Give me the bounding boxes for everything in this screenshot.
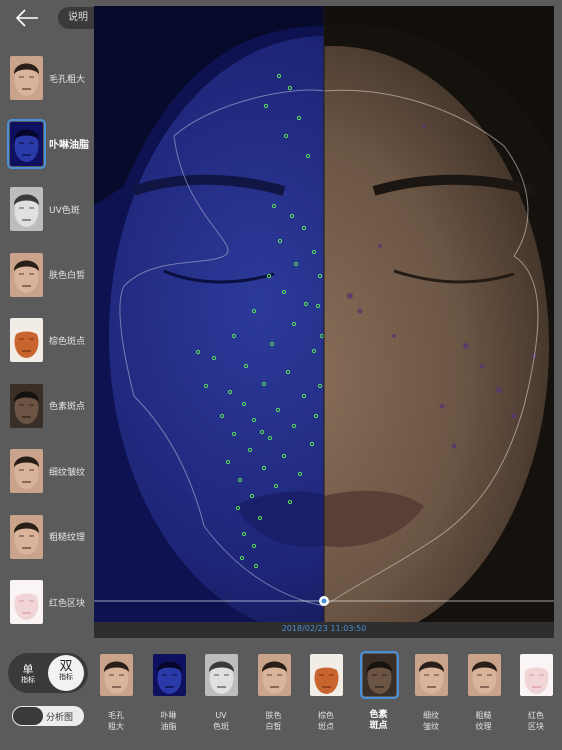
indicator-label: 卟啉油脂: [49, 140, 89, 151]
face-image-viewer[interactable]: [94, 6, 554, 622]
timestamp-bar: 2018/02/23 11:03:50: [94, 622, 554, 638]
face-comparison-image: [94, 6, 554, 622]
indicator-thumbnail: [257, 654, 291, 696]
indicator-label-line2: 色斑: [213, 722, 229, 731]
compare-slider-handle[interactable]: [319, 596, 329, 606]
sidebar-indicator-item[interactable]: 毛孔粗大: [0, 50, 94, 106]
indicator-thumbnail: [100, 654, 133, 696]
indicator-label: 肤色白皙: [49, 271, 86, 281]
indicator-label-line2: 白皙: [265, 722, 282, 731]
indicator-label: 棕色斑点: [49, 336, 86, 347]
indicator-thumbnail: [10, 56, 43, 100]
indicator-label-line2: 粗大: [108, 722, 124, 731]
indicator-label-line2: 皱纹: [423, 722, 439, 731]
indicator-thumbnail: [10, 318, 43, 362]
indicator-label: 红色区块: [49, 598, 86, 609]
left-indicator-list: 毛孔粗大卟啉油脂 UV色斑肤色白皙棕色斑点色素斑点细纹皱纹粗糙纹理红色区块: [0, 50, 94, 630]
indicator-label: 细纹皱纹: [49, 467, 86, 478]
bottom-indicator-item[interactable]: 红色 区块: [512, 650, 560, 742]
indicator-thumbnail: [10, 383, 43, 428]
bottom-indicator-item[interactable]: 色素 斑点: [355, 650, 403, 742]
bottom-indicator-item[interactable]: 肤色 白皙: [250, 650, 298, 742]
indicator-label-line2: 油脂: [160, 722, 177, 731]
indicator-label: 红色区块: [512, 710, 560, 732]
indicator-label: 棕色斑点: [302, 710, 350, 732]
indicator-label-line1: 粗糙: [475, 711, 492, 720]
indicator-label: 色素斑点: [49, 402, 86, 412]
sidebar-indicator-item[interactable]: 棕色斑点: [0, 312, 94, 368]
bottom-indicator-item[interactable]: 棕色 斑点: [302, 650, 350, 742]
single-indicator-option[interactable]: 单 指标: [12, 657, 44, 689]
indicator-label-line2: 斑点: [318, 722, 334, 731]
indicator-label: UV色斑: [49, 205, 80, 216]
indicator-thumbnail: [467, 654, 501, 696]
sidebar-indicator-item[interactable]: UV色斑: [0, 181, 94, 237]
indicator-label: 毛孔粗大: [49, 74, 86, 85]
indicator-thumbnail: [152, 654, 186, 696]
bottom-indicator-item[interactable]: 毛孔 粗大: [92, 650, 140, 742]
skin-analysis-app: 说明 毛孔粗大 卟啉油脂 UV色斑 肤色白皙 棕色斑点 色素斑点 细纹皱纹 粗糙纹理 红色区块: [0, 0, 562, 750]
indicator-label-line1: 细纹: [423, 711, 439, 720]
back-button[interactable]: [14, 6, 40, 30]
analysis-map-label: 分析图: [46, 713, 74, 723]
indicator-label-line1: 卟啉: [160, 711, 177, 720]
indicator-thumbnail: [520, 654, 553, 696]
indicator-label-line2: 斑点: [369, 721, 388, 731]
indicator-label-line1: 毛孔: [108, 711, 124, 720]
analysis-map-toggle[interactable]: 分析图: [12, 706, 84, 726]
indicator-label: 毛孔粗大: [92, 710, 140, 732]
indicator-label-line1: 红色: [528, 711, 544, 720]
bottom-indicator-strip: 毛孔 粗大 卟啉 油脂 UV 色斑 肤色 白皙 棕色 斑点 色素 斑点 细纹 皱纹 粗糙 纹理 红色 区块: [92, 650, 562, 750]
indicator-mode-toggle[interactable]: 单 指标 双 指标: [8, 653, 88, 693]
indicator-thumbnail: [10, 187, 43, 231]
capture-timestamp: 2018/02/23 11:03:50: [281, 624, 367, 633]
sidebar-indicator-item[interactable]: 卟啉油脂: [0, 116, 94, 172]
single-mode-sublabel: 指标: [21, 676, 35, 684]
indicator-label-line2: 区块: [528, 722, 544, 731]
indicator-label: UV 色斑: [197, 710, 245, 732]
indicator-thumbnail: [415, 654, 448, 696]
indicator-thumbnail: [10, 252, 43, 297]
sidebar-indicator-item[interactable]: 粗糙纹理: [0, 509, 94, 565]
indicator-label: 卟啉油脂: [145, 710, 193, 732]
indicator-label-line1: 色素: [369, 710, 388, 720]
indicator-thumbnail: [7, 118, 46, 169]
indicator-thumbnail: [359, 651, 399, 699]
double-mode-label: 双: [59, 659, 73, 674]
indicator-label-line1: 棕色: [318, 711, 334, 720]
sidebar-indicator-item[interactable]: 色素斑点: [0, 378, 94, 434]
toggle-knob: [13, 707, 43, 725]
indicator-thumbnail: [310, 654, 343, 696]
bottom-indicator-item[interactable]: 细纹 皱纹: [407, 650, 455, 742]
sidebar-indicator-item[interactable]: 红色区块: [0, 574, 94, 630]
indicator-label-line2: 纹理: [475, 722, 492, 731]
sidebar-indicator-item[interactable]: 肤色白皙: [0, 247, 94, 303]
help-button[interactable]: 说明: [58, 7, 96, 29]
sidebar-indicator-item[interactable]: 细纹皱纹: [0, 443, 94, 499]
indicator-thumbnail: [10, 514, 43, 559]
bottom-indicator-item[interactable]: 卟啉 油脂: [145, 650, 193, 742]
indicator-label: 色素斑点: [355, 710, 403, 732]
indicator-label: 肤色白皙: [250, 710, 298, 732]
bottom-indicator-item[interactable]: UV 色斑: [197, 650, 245, 742]
indicator-thumbnail: [205, 654, 238, 696]
indicator-label-line1: 肤色: [265, 711, 282, 720]
indicator-thumbnail: [10, 449, 43, 493]
bottom-indicator-item[interactable]: 粗糙 纹理: [460, 650, 508, 742]
indicator-thumbnail: [10, 580, 43, 624]
indicator-label: 粗糙纹理: [49, 533, 86, 543]
indicator-label: 粗糙纹理: [460, 710, 508, 732]
back-arrow-icon: [15, 9, 38, 27]
single-mode-label: 单: [22, 663, 34, 676]
indicator-label-line1: UV: [215, 711, 227, 720]
double-mode-sublabel: 指标: [59, 673, 73, 681]
double-indicator-option[interactable]: 双 指标: [48, 655, 84, 691]
indicator-label: 细纹皱纹: [407, 710, 455, 732]
